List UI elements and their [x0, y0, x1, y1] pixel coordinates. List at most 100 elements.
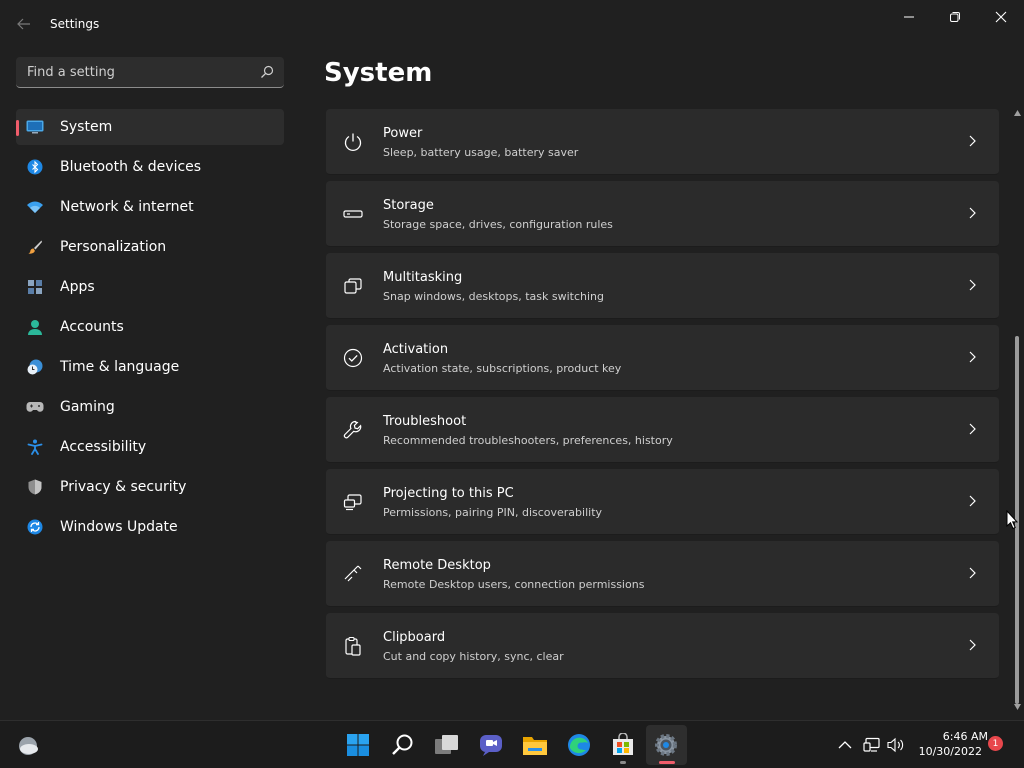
card-title: Remote Desktop: [383, 558, 491, 573]
sidebar-item-label: Apps: [60, 279, 95, 295]
minimize-button[interactable]: [886, 6, 932, 28]
sidebar-item-bluetooth[interactable]: Bluetooth & devices: [16, 149, 284, 185]
maximize-button[interactable]: [932, 6, 978, 28]
sidebar-item-system[interactable]: System: [16, 109, 284, 145]
start-button-icon[interactable]: [344, 731, 372, 759]
page-title: System: [324, 58, 433, 88]
wifi-icon: [26, 199, 44, 215]
chevron-right-icon: [969, 207, 976, 219]
settings-card-projecting[interactable]: Projecting to this PC Permissions, pairi…: [326, 469, 999, 535]
file-explorer-icon[interactable]: [521, 731, 549, 759]
minimize-icon: [904, 16, 914, 18]
close-button[interactable]: [978, 6, 1024, 28]
settings-list: Power Sleep, battery usage, battery save…: [326, 109, 999, 685]
sidebar-item-network[interactable]: Network & internet: [16, 189, 284, 225]
card-subtitle: Storage space, drives, configuration rul…: [383, 218, 613, 231]
multitasking-icon: [342, 275, 364, 297]
monitor-icon: [26, 119, 44, 135]
chevron-right-icon: [969, 567, 976, 579]
wrench-icon: [342, 419, 364, 441]
task-view-icon[interactable]: [433, 731, 461, 759]
network-tray-icon[interactable]: [863, 736, 881, 754]
update-icon: [26, 519, 44, 535]
chevron-right-icon: [969, 279, 976, 291]
settings-card-power[interactable]: Power Sleep, battery usage, battery save…: [326, 109, 999, 175]
sidebar-item-time-language[interactable]: Time & language: [16, 349, 284, 385]
sidebar-item-label: Privacy & security: [60, 479, 187, 495]
settings-card-clipboard[interactable]: Clipboard Cut and copy history, sync, cl…: [326, 613, 999, 679]
card-subtitle: Recommended troubleshooters, preferences…: [383, 434, 673, 447]
card-subtitle: Remote Desktop users, connection permiss…: [383, 578, 645, 591]
sidebar-item-accounts[interactable]: Accounts: [16, 309, 284, 345]
chevron-right-icon: [969, 351, 976, 363]
card-title: Projecting to this PC: [383, 486, 514, 501]
apps-icon: [26, 279, 44, 295]
sidebar-item-accessibility[interactable]: Accessibility: [16, 429, 284, 465]
card-title: Clipboard: [383, 630, 446, 645]
sidebar-item-label: Windows Update: [60, 519, 178, 535]
card-subtitle: Cut and copy history, sync, clear: [383, 650, 564, 663]
chevron-up-icon[interactable]: [836, 736, 854, 754]
settings-card-multitasking[interactable]: Multitasking Snap windows, desktops, tas…: [326, 253, 999, 319]
search-taskbar-icon[interactable]: [389, 731, 417, 759]
search-box[interactable]: [16, 57, 284, 88]
storage-icon: [342, 203, 364, 225]
notification-badge[interactable]: 1: [988, 736, 1003, 751]
sidebar-item-label: System: [60, 119, 113, 135]
vertical-scrollbar[interactable]: [1011, 108, 1023, 718]
card-subtitle: Permissions, pairing PIN, discoverabilit…: [383, 506, 603, 519]
settings-card-storage[interactable]: Storage Storage space, drives, configura…: [326, 181, 999, 247]
card-subtitle: Sleep, battery usage, battery saver: [383, 146, 579, 159]
shield-icon: [26, 479, 44, 495]
weather-widget-icon[interactable]: [14, 731, 42, 759]
search-input[interactable]: [16, 57, 256, 87]
clock-globe-icon: [26, 359, 44, 375]
settings-card-remote-desktop[interactable]: Remote Desktop Remote Desktop users, con…: [326, 541, 999, 607]
accessibility-icon: [26, 439, 44, 455]
teams-chat-icon[interactable]: [477, 731, 505, 759]
card-title: Power: [383, 126, 423, 141]
microsoft-store-icon[interactable]: [609, 731, 637, 759]
settings-gear-icon[interactable]: [652, 731, 680, 759]
settings-card-activation[interactable]: Activation Activation state, subscriptio…: [326, 325, 999, 391]
store-running-indicator: [620, 761, 626, 764]
scroll-up-arrow-icon[interactable]: [1014, 110, 1021, 116]
sidebar-item-label: Accessibility: [60, 439, 147, 455]
sidebar-item-label: Bluetooth & devices: [60, 159, 202, 175]
edge-browser-icon[interactable]: [565, 731, 593, 759]
projecting-icon: [342, 491, 364, 513]
app-title: Settings: [50, 17, 100, 31]
sidebar-item-label: Personalization: [60, 239, 167, 255]
volume-icon[interactable]: [887, 736, 905, 754]
search-icon[interactable]: [260, 65, 274, 79]
card-title: Multitasking: [383, 270, 463, 285]
sidebar-nav: System Bluetooth & devices Network & int…: [16, 109, 284, 549]
gamepad-icon: [26, 399, 44, 415]
card-subtitle: Snap windows, desktops, task switching: [383, 290, 605, 303]
back-button[interactable]: [10, 12, 38, 36]
title-bar: Settings: [0, 0, 1024, 48]
clipboard-icon: [342, 635, 364, 657]
chevron-right-icon: [969, 495, 976, 507]
card-title: Storage: [383, 198, 434, 213]
brush-icon: [26, 239, 44, 255]
sidebar-item-label: Network & internet: [60, 199, 194, 215]
sidebar-item-windows-update[interactable]: Windows Update: [16, 509, 284, 545]
sidebar-item-privacy-security[interactable]: Privacy & security: [16, 469, 284, 505]
settings-card-troubleshoot[interactable]: Troubleshoot Recommended troubleshooters…: [326, 397, 999, 463]
sidebar-item-label: Accounts: [60, 319, 124, 335]
power-icon: [342, 131, 364, 153]
chevron-right-icon: [969, 423, 976, 435]
chevron-right-icon: [969, 639, 976, 651]
card-subtitle: Activation state, subscriptions, product…: [383, 362, 622, 375]
sidebar-item-gaming[interactable]: Gaming: [16, 389, 284, 425]
mouse-cursor-icon: [1006, 510, 1018, 530]
taskbar: 6:46 AM 10/30/2022: [0, 720, 1024, 768]
back-arrow-icon: [17, 18, 30, 30]
sidebar-item-apps[interactable]: Apps: [16, 269, 284, 305]
scroll-down-arrow-icon[interactable]: [1014, 704, 1021, 710]
sidebar-item-personalization[interactable]: Personalization: [16, 229, 284, 265]
card-title: Activation: [383, 342, 449, 357]
card-title: Troubleshoot: [383, 414, 467, 429]
activation-icon: [342, 347, 364, 369]
